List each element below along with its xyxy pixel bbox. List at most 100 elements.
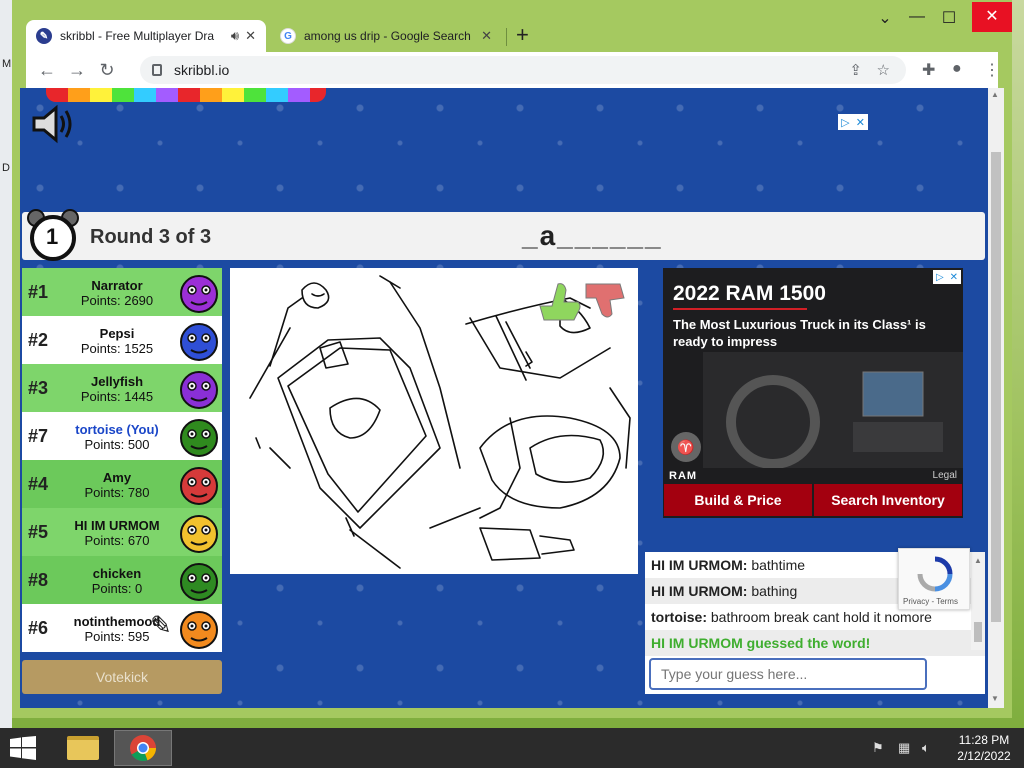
player-name: Narrator <box>91 278 143 293</box>
page-scroll-thumb[interactable] <box>991 152 1001 622</box>
chrome-icon <box>130 735 156 762</box>
chrome-taskbar-icon[interactable] <box>114 730 172 766</box>
tab-strip: ✎ skribbl - Free Multiplayer Dra 🔊︎ ✕ G … <box>12 0 1012 52</box>
page-scrollbar[interactable]: ▲ ▼ <box>988 88 1004 708</box>
player-name: Pepsi <box>99 326 135 341</box>
reload-icon[interactable]: ↻ <box>92 60 122 81</box>
sound-speaker-icon[interactable] <box>30 104 74 144</box>
tray-volume-icon[interactable]: 🔈︎ <box>922 740 930 756</box>
player-list: #1 Narrator Points: 2690 #2 Pepsi Points: 152… <box>22 268 222 652</box>
ram-advertisement[interactable]: 2022 RAM 1500 The Most Luxurious Truck i… <box>663 268 963 518</box>
player-row[interactable]: #3 Jellyfish Points: 1445 <box>22 364 222 412</box>
recaptcha-badge[interactable]: Privacy - Terms <box>898 548 970 610</box>
player-points: Points: 1525 <box>80 341 154 356</box>
player-row[interactable]: #7 tortoise (You) Points: 500 <box>22 412 222 460</box>
recaptcha-icon <box>917 556 953 592</box>
chat-scrollbar[interactable]: ▲ <box>971 552 985 650</box>
tray-network-icon[interactable]: ▦ <box>898 740 910 756</box>
round-indicator: Round 3 of 3 <box>90 226 212 248</box>
scroll-up-arrow-icon[interactable]: ▲ <box>974 556 982 565</box>
extensions-puzzle-icon[interactable]: ✚ <box>922 60 935 80</box>
forward-arrow-icon[interactable]: → <box>62 60 92 81</box>
bookmark-star-icon[interactable]: ☆ <box>877 61 890 79</box>
windows-taskbar: ⚑ ▦ 🔈︎ 11:28 PM 2/12/2022 <box>0 728 1024 768</box>
recaptcha-links[interactable]: Privacy - Terms <box>903 597 958 606</box>
player-name: chicken <box>92 566 142 581</box>
player-avatar-icon <box>180 611 218 649</box>
close-window-button[interactable]: ✕ <box>972 2 1012 32</box>
back-arrow-icon[interactable]: ← <box>32 60 62 81</box>
minimize-button[interactable]: — <box>902 8 932 26</box>
chat-scroll-thumb[interactable] <box>974 622 982 642</box>
menu-kebab-icon[interactable]: ⋮ <box>984 60 1000 80</box>
speaker-icon[interactable]: 🔊︎ <box>231 28 239 44</box>
tab-close-icon[interactable]: ✕ <box>481 28 492 44</box>
tab-title: skribbl - Free Multiplayer Dra <box>60 29 215 43</box>
player-rank: #1 <box>28 282 49 302</box>
skribbl-favicon: ✎ <box>36 28 52 44</box>
ram-logo-icon: ♈ <box>671 432 701 462</box>
desktop-icon-label[interactable]: M <box>2 58 11 70</box>
ad-brand: RAM <box>669 470 698 482</box>
tab-close-icon[interactable]: ✕ <box>245 28 256 44</box>
new-tab-button[interactable]: + <box>516 24 529 46</box>
windows-start-icon[interactable] <box>10 736 36 760</box>
player-row[interactable]: #8 chicken Points: 0 <box>22 556 222 604</box>
scroll-down-arrow-icon[interactable]: ▼ <box>991 694 999 703</box>
ad-panel: 2022 RAM 1500 The Most Luxurious Truck i… <box>645 268 985 552</box>
player-rank: #2 <box>28 330 49 350</box>
player-name: Jellyfish <box>90 374 144 389</box>
thumbs-down-icon[interactable] <box>585 283 625 318</box>
player-row[interactable]: #4 Amy Points: 780 <box>22 460 222 508</box>
player-avatar-icon <box>180 467 218 505</box>
player-name: tortoise (You) <box>75 422 159 437</box>
search-inventory-button[interactable]: Search Inventory <box>814 484 962 516</box>
desktop-icon-label[interactable]: D <box>2 162 10 174</box>
player-points: Points: 1445 <box>80 389 154 404</box>
player-rank: #8 <box>28 570 49 590</box>
tray-flag-icon[interactable]: ⚑ <box>872 740 884 756</box>
tab-google-search[interactable]: G among us drip - Google Search ✕ <box>270 20 502 52</box>
player-points: Points: 0 <box>91 581 143 596</box>
player-rank: #3 <box>28 378 49 398</box>
file-explorer-taskbar-icon[interactable] <box>54 730 112 766</box>
desktop-left-strip: M D <box>0 0 12 728</box>
player-avatar-icon <box>180 563 218 601</box>
player-avatar-icon <box>180 515 218 553</box>
player-row[interactable]: #2 Pepsi Points: 1525 <box>22 316 222 364</box>
player-row[interactable]: #6 notinthemood Points: 595 ✎ <box>22 604 222 652</box>
player-avatar-icon <box>180 323 218 361</box>
adchoices-icon[interactable]: ▷ ✕ <box>838 114 868 130</box>
clock-time: 11:28 PM <box>958 733 1010 747</box>
player-rank: #4 <box>28 474 49 494</box>
player-avatar-icon <box>180 371 218 409</box>
player-row[interactable]: #1 Narrator Points: 2690 <box>22 268 222 316</box>
player-points: Points: 780 <box>84 485 150 500</box>
thumbs-up-icon[interactable] <box>539 283 581 321</box>
address-bar[interactable]: skribbl.io ⇪ ☆ <box>140 56 906 84</box>
maximize-button[interactable]: ☐ <box>934 8 964 28</box>
player-row[interactable]: #5 HI IM URMOM Points: 670 <box>22 508 222 556</box>
player-avatar-icon <box>180 275 218 313</box>
player-points: Points: 2690 <box>80 293 154 308</box>
tab-search-button[interactable]: ⌄ <box>870 8 900 28</box>
ad-legal-link[interactable]: Legal <box>933 470 957 481</box>
build-price-button[interactable]: Build & Price <box>664 484 812 516</box>
word-hint: _a______ <box>522 220 663 251</box>
drawing-canvas[interactable] <box>230 268 638 574</box>
profile-avatar-icon[interactable]: ● <box>952 60 962 78</box>
tab-separator <box>506 28 507 46</box>
share-icon[interactable]: ⇪ <box>849 61 862 79</box>
clock-date: 2/12/2022 <box>957 749 1011 763</box>
ad-close-icon[interactable]: ▷ ✕ <box>933 270 961 284</box>
scroll-up-arrow-icon[interactable]: ▲ <box>991 90 999 99</box>
guess-input[interactable] <box>649 658 927 690</box>
tab-skribbl[interactable]: ✎ skribbl - Free Multiplayer Dra 🔊︎ ✕ <box>26 20 266 52</box>
taskbar-clock[interactable]: 11:28 PM 2/12/2022 <box>948 732 1020 764</box>
player-rank: #5 <box>28 522 49 542</box>
google-g-icon: G <box>280 28 296 44</box>
player-avatar-icon <box>180 419 218 457</box>
browser-toolbar: ← → ↻ skribbl.io ⇪ ☆ ✚ ● ⋮ <box>26 52 1000 88</box>
votekick-button[interactable]: Votekick <box>22 660 222 694</box>
guessed-word-message: HI IM URMOM guessed the word! <box>645 630 985 656</box>
